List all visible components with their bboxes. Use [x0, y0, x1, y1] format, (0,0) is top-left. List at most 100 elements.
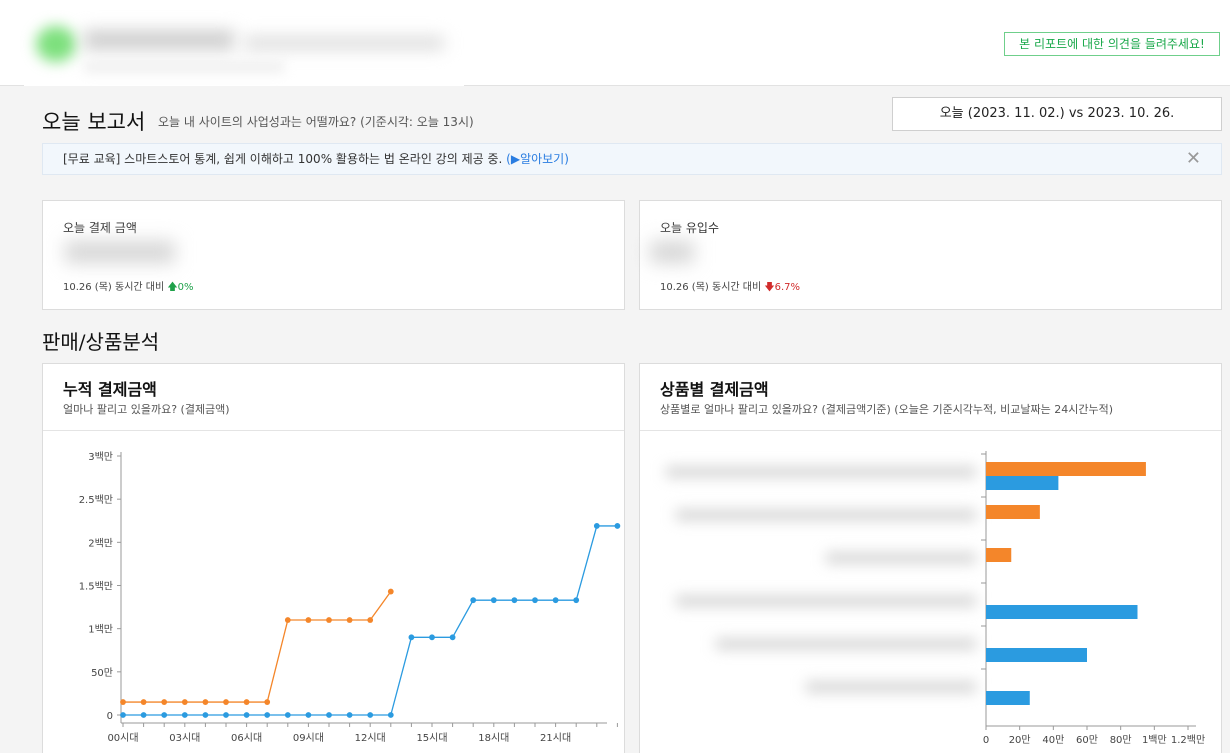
data-point [202, 712, 209, 718]
x-tick-label: 00시대 [107, 732, 138, 744]
product-name-blurred [676, 596, 976, 606]
bar [986, 462, 1146, 476]
store-logo-blurred [24, 6, 464, 86]
x-tick-label: 09시대 [293, 732, 324, 744]
data-point [264, 712, 271, 718]
product-name-blurred [716, 639, 976, 649]
card-subtitle: 상품별로 얼마나 팔리고 있을까요? (결제금액기준) (오늘은 기준시각누적,… [660, 403, 1114, 416]
data-point [284, 712, 291, 718]
x-tick-label: 12시대 [355, 732, 386, 744]
data-point [140, 712, 147, 718]
data-point [532, 597, 538, 604]
product-name-blurred [806, 682, 976, 692]
data-point [387, 588, 394, 595]
product-name-blurred [676, 510, 976, 520]
stat-label: 오늘 유입수 [660, 221, 720, 235]
stat-compare: 10.26 (목) 동시간 대비 🡇6.7% [660, 278, 800, 297]
data-point [367, 617, 374, 623]
x-tick-label: 40만 [1042, 734, 1064, 746]
stat-card-visits: 오늘 유입수 10.26 (목) 동시간 대비 🡇6.7% [639, 200, 1222, 310]
bar [986, 605, 1138, 619]
x-tick-label: 0 [983, 735, 989, 746]
data-point [326, 617, 332, 623]
stat-compare-label: 10.26 (목) 동시간 대비 [660, 282, 762, 293]
data-point [140, 699, 147, 705]
series-line [123, 591, 392, 703]
x-tick-label: 03시대 [169, 732, 200, 744]
data-point [181, 712, 188, 718]
arrow-up-icon: 🡅 [167, 282, 178, 293]
data-point [161, 699, 168, 705]
x-tick-label: 1.2백만 [1171, 734, 1205, 746]
notice-text: [무료 교육] 스마트스토어 통계, 쉽게 이해하고 100% 활용하는 법 온… [63, 152, 503, 166]
y-tick-label: 50만 [91, 667, 113, 679]
stat-change: 6.7% [774, 282, 801, 293]
data-point [305, 617, 312, 623]
page-title: 오늘 보고서 [42, 110, 146, 134]
cumulative-payment-card: 누적 결제금액 얼마나 팔리고 있을까요? (결제금액) 0 50만 1백만 1.5백… [42, 363, 625, 753]
close-icon[interactable]: ✕ [1186, 144, 1201, 174]
stat-card-payment: 오늘 결제 금액 10.26 (목) 동시간 대비 🡅0% [42, 200, 625, 310]
data-point [243, 712, 250, 718]
data-point [614, 523, 621, 529]
data-point [573, 597, 580, 604]
bar [986, 548, 1012, 562]
stat-value-blurred [65, 241, 175, 263]
data-point [284, 617, 291, 623]
data-point [593, 523, 600, 529]
x-tick-label: 60만 [1076, 734, 1098, 746]
notice-learn-more-link[interactable]: (▶알아보기) [506, 152, 569, 166]
card-header: 상품별 결제금액 상품별로 얼마나 팔리고 있을까요? (결제금액기준) (오늘… [640, 364, 1221, 431]
stat-value-blurred [650, 241, 694, 263]
data-point [346, 712, 353, 718]
data-point [120, 699, 126, 705]
stat-compare-label: 10.26 (목) 동시간 대비 [63, 282, 165, 293]
bar [986, 505, 1040, 519]
y-tick-label: 0 [107, 711, 113, 722]
y-tick-label: 1백만 [88, 624, 113, 636]
data-point [223, 699, 229, 705]
card-title: 누적 결제금액 [63, 380, 157, 399]
card-title: 상품별 결제금액 [660, 380, 769, 399]
bar [986, 691, 1030, 705]
top-bar: 본 리포트에 대한 의견을 들려주세요! [0, 0, 1230, 86]
data-point [243, 699, 250, 705]
card-subtitle: 얼마나 팔리고 있을까요? (결제금액) [63, 403, 230, 416]
section-title: 판매/상품분석 [42, 330, 160, 354]
data-point [264, 699, 271, 705]
date-compare-selector[interactable]: 오늘 (2023. 11. 02.) vs 2023. 10. 26. [892, 97, 1222, 131]
data-point [305, 712, 312, 718]
x-tick-label: 18시대 [478, 732, 509, 744]
data-point [202, 699, 209, 705]
data-point [511, 597, 518, 604]
product-name-blurred [826, 553, 976, 563]
bar [986, 648, 1087, 662]
bar [986, 476, 1059, 490]
y-tick-label: 3백만 [88, 451, 113, 463]
data-point [326, 712, 332, 718]
notice-banner: [무료 교육] 스마트스토어 통계, 쉽게 이해하고 100% 활용하는 법 온… [42, 143, 1222, 175]
x-tick-label: 80만 [1110, 734, 1132, 746]
stat-label: 오늘 결제 금액 [63, 221, 137, 235]
product-bar-chart: 0 20만 40만 60만 80만 1백만 1.2백만 [666, 451, 1205, 746]
data-point [387, 712, 394, 718]
data-point [367, 712, 374, 718]
stat-change: 0% [177, 282, 194, 293]
y-tick-label: 2백만 [88, 537, 113, 549]
x-tick-label: 20만 [1009, 734, 1031, 746]
data-point [181, 699, 188, 705]
x-tick-label: 15시대 [416, 732, 447, 744]
feedback-button[interactable]: 본 리포트에 대한 의견을 들려주세요! [1004, 32, 1220, 56]
data-point [552, 597, 559, 604]
stat-compare: 10.26 (목) 동시간 대비 🡅0% [63, 278, 194, 297]
data-point [449, 634, 456, 641]
data-point [490, 597, 497, 604]
data-point [161, 712, 168, 718]
data-point [408, 634, 415, 641]
page-subtitle: 오늘 내 사이트의 사업성과는 어떨까요? (기준시각: 오늘 13시) [158, 115, 474, 129]
card-header: 누적 결제금액 얼마나 팔리고 있을까요? (결제금액) [43, 364, 624, 431]
data-point [470, 597, 477, 604]
data-point [346, 617, 353, 623]
data-point [429, 634, 435, 641]
x-tick-label: 06시대 [231, 732, 262, 744]
